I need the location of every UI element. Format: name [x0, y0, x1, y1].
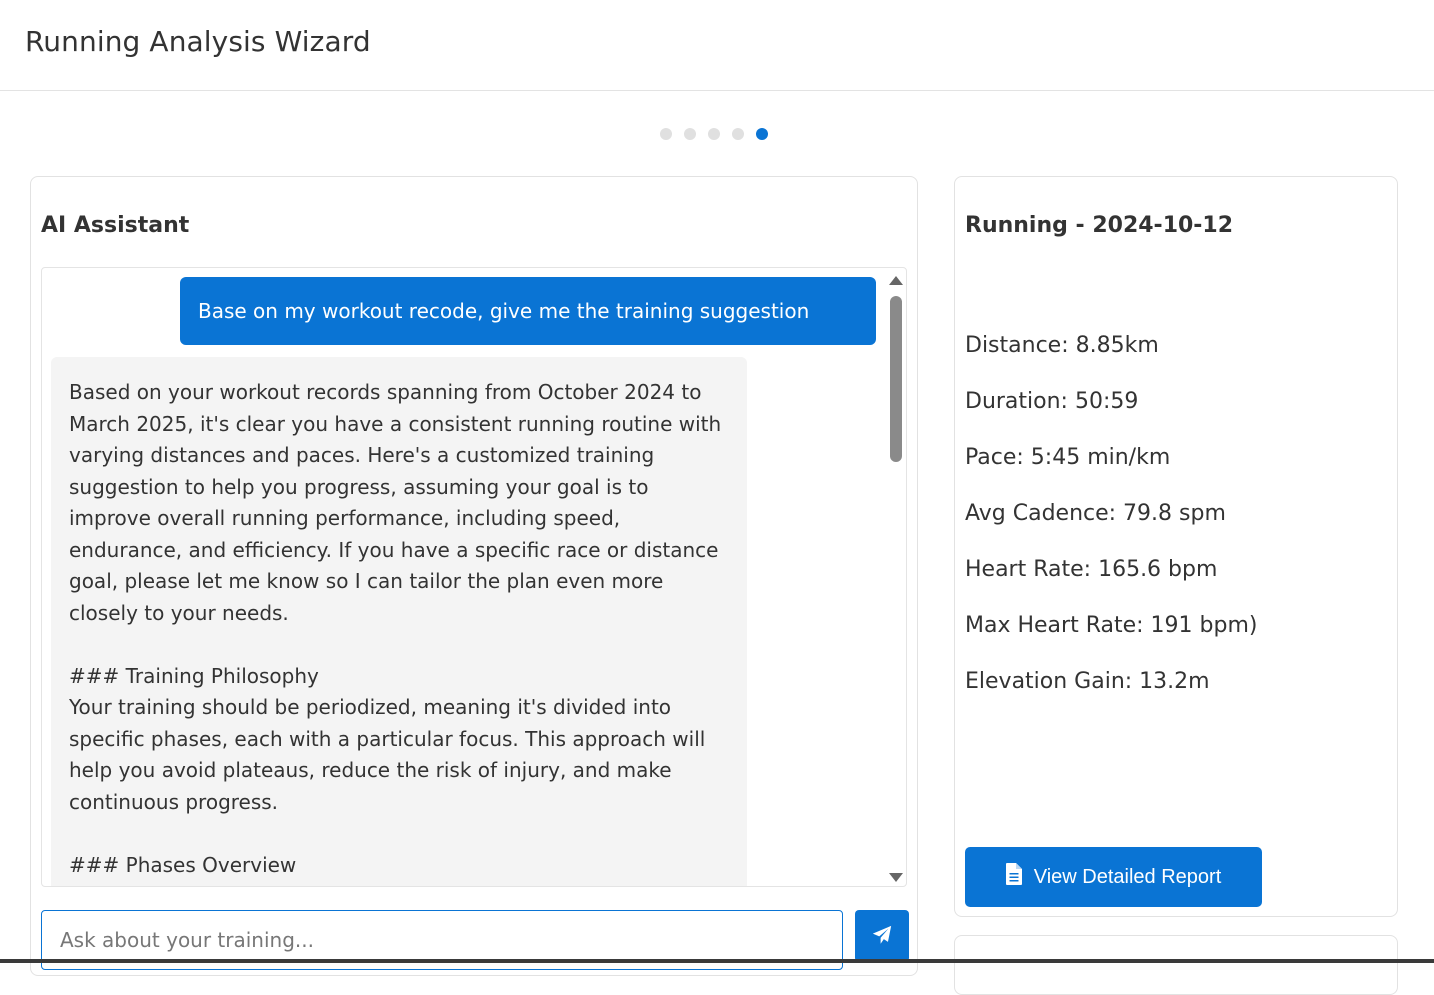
paper-plane-icon [871, 924, 893, 949]
scroll-up-arrow-icon[interactable] [889, 276, 903, 285]
stat-heart-rate: Heart Rate: 165.6 bpm [965, 557, 1218, 582]
stat-duration: Duration: 50:59 [965, 389, 1139, 414]
stat-pace: Pace: 5:45 min/km [965, 445, 1171, 470]
step-dot-3[interactable] [708, 128, 720, 140]
workout-title: Running - 2024-10-12 [965, 213, 1234, 238]
report-button-label: View Detailed Report [1033, 865, 1222, 888]
page-title: Running Analysis Wizard [25, 25, 371, 58]
stat-elevation-gain: Elevation Gain: 13.2m [965, 669, 1210, 694]
scrollbar-thumb[interactable] [890, 296, 902, 462]
user-message: Base on my workout recode, give me the t… [180, 277, 876, 345]
file-text-icon [1005, 863, 1022, 891]
step-dot-4[interactable] [732, 128, 744, 140]
chat-panel-title: AI Assistant [41, 213, 190, 238]
stat-distance: Distance: 8.85km [965, 333, 1159, 358]
view-detailed-report-button[interactable]: View Detailed Report [965, 847, 1262, 907]
workout-stats-list: Distance: 8.85km Duration: 50:59 Pace: 5… [965, 331, 1257, 723]
wizard-step-indicator [660, 128, 768, 140]
next-workout-panel [954, 935, 1398, 995]
scroll-down-arrow-icon[interactable] [889, 873, 903, 882]
step-dot-1[interactable] [660, 128, 672, 140]
app-header: Running Analysis Wizard [0, 0, 1434, 91]
stat-max-heart-rate: Max Heart Rate: 191 bpm) [965, 613, 1258, 638]
chat-message-list[interactable]: Base on my workout recode, give me the t… [41, 267, 907, 887]
window-bottom-edge [0, 959, 1434, 963]
step-dot-5-active[interactable] [756, 128, 768, 140]
workout-summary-panel: Running - 2024-10-12 Distance: 8.85km Du… [954, 176, 1398, 917]
stat-avg-cadence: Avg Cadence: 79.8 spm [965, 501, 1226, 526]
ai-assistant-panel: AI Assistant Base on my workout recode, … [30, 176, 918, 976]
assistant-message: Based on your workout records spanning f… [51, 357, 747, 886]
send-button[interactable] [855, 910, 909, 962]
step-dot-2[interactable] [684, 128, 696, 140]
chat-scrollbar[interactable] [886, 274, 906, 882]
